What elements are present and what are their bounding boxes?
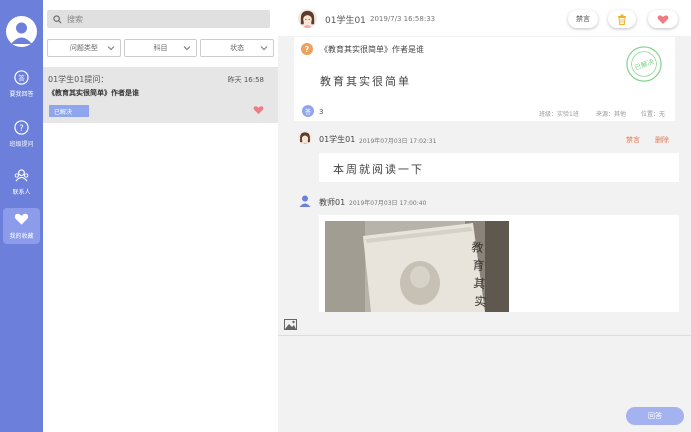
heart-icon[interactable] — [253, 105, 264, 115]
user-avatar[interactable] — [6, 16, 37, 47]
question-time: 昨天 16:58 — [227, 76, 264, 84]
filter-label: 问题类型 — [69, 44, 98, 52]
answer-button[interactable]: 回答 — [626, 407, 684, 425]
reply-author: 01学生01 — [319, 135, 356, 144]
asker-name: 01学生01 — [325, 16, 366, 26]
filter-subject[interactable]: 科目 — [123, 39, 198, 57]
side-nav: 答 要我回答 ? 班级提问 联系人 我的收藏 — [0, 0, 43, 432]
nav-item-contacts[interactable]: 联系人 — [3, 164, 40, 200]
svg-text:教: 教 — [471, 239, 485, 255]
source-info: 来源：其他 — [596, 111, 627, 118]
reply-text: 本周就阅读一下 — [333, 163, 424, 176]
avatar — [298, 9, 317, 28]
question-title: 《教育其实很简单》作者是谁 — [48, 89, 139, 97]
search-placeholder: 搜索 — [67, 14, 83, 24]
svg-text:其: 其 — [473, 276, 486, 291]
contacts-icon — [14, 167, 30, 183]
class-info: 班级：实验1班 — [539, 111, 579, 118]
teacher-avatar-icon — [298, 193, 312, 207]
svg-text:?: ? — [19, 122, 23, 132]
search-icon — [53, 14, 62, 23]
svg-text:育: 育 — [472, 257, 486, 273]
nav-label: 要我回答 — [9, 91, 34, 98]
question-icon: ? — [301, 43, 313, 55]
delete-link[interactable]: 删除 — [655, 135, 669, 145]
chevron-down-icon — [260, 46, 268, 51]
reply-time: 2019年07月03日 17:02:31 — [359, 138, 437, 145]
favorite-button[interactable] — [648, 10, 678, 28]
reply-count-icon: 答 — [302, 105, 314, 117]
reply-author: 教师01 — [319, 198, 346, 207]
answer-icon: 答 — [14, 69, 30, 85]
heart-icon — [14, 211, 30, 227]
search-input[interactable]: 搜索 — [47, 10, 270, 28]
status-badge: 已解决 — [49, 105, 89, 117]
nav-item-class-questions[interactable]: ? 班级提问 — [3, 116, 40, 152]
filter-label: 状态 — [230, 44, 245, 52]
avatar — [298, 130, 312, 144]
reply-count: 3 — [319, 108, 324, 116]
image-upload-icon[interactable] — [284, 319, 297, 330]
resolved-stamp: 已解决 — [625, 45, 663, 87]
svg-text:答: 答 — [18, 73, 25, 82]
chevron-down-icon — [107, 46, 115, 51]
chevron-down-icon — [183, 46, 191, 51]
detail-header: 01学生01 2019/7/3 16:58:33 禁言 — [278, 0, 691, 36]
question-author: 01学生01提问： — [48, 75, 109, 84]
nav-item-favorites[interactable]: 我的收藏 — [3, 208, 40, 244]
question-body: 教育其实很简单 — [320, 75, 411, 88]
mute-link[interactable]: 禁言 — [626, 135, 640, 145]
trash-icon — [618, 14, 626, 25]
nav-label: 班级提问 — [9, 141, 34, 148]
mute-label: 禁言 — [576, 15, 590, 23]
book-cover-image[interactable]: 教 育 其 实 — [325, 221, 509, 312]
svg-text:实: 实 — [474, 293, 488, 309]
filter-label: 科目 — [153, 44, 168, 52]
compose-bar — [278, 312, 691, 336]
filter-status[interactable]: 状态 — [200, 39, 275, 57]
reply-content: 本周就阅读一下 — [319, 153, 679, 182]
question-detail: 01学生01 2019/7/3 16:58:33 禁言 ? 《教育其实很简单》作… — [278, 0, 691, 432]
nav-label: 联系人 — [12, 189, 31, 196]
reply-image-container: 教 育 其 实 — [319, 215, 679, 312]
heart-icon — [657, 14, 669, 24]
delete-button[interactable] — [608, 10, 636, 28]
question-circle-icon: ? — [14, 119, 30, 135]
position-info: 位置：无 — [641, 111, 666, 118]
list-item[interactable]: 01学生01提问： 昨天 16:58 《教育其实很简单》作者是谁 已解决 — [43, 67, 278, 123]
mute-button[interactable]: 禁言 — [568, 10, 598, 28]
question-list-panel: 搜索 问题类型 科目 状态 01学生01提问： 昨天 16:58 《教育其实很简… — [43, 0, 278, 432]
filter-bar: 问题类型 科目 状态 — [47, 39, 275, 57]
question-title: 《教育其实很简单》作者是谁 — [320, 45, 424, 54]
filter-question-type[interactable]: 问题类型 — [47, 39, 121, 57]
stamp-text: 已解决 — [633, 57, 655, 72]
nav-item-answer-me[interactable]: 答 要我回答 — [3, 66, 40, 102]
nav-label: 我的收藏 — [9, 233, 34, 240]
reply-time: 2019年07月03日 17:00:40 — [349, 200, 427, 207]
asked-time: 2019/7/3 16:58:33 — [370, 15, 436, 23]
